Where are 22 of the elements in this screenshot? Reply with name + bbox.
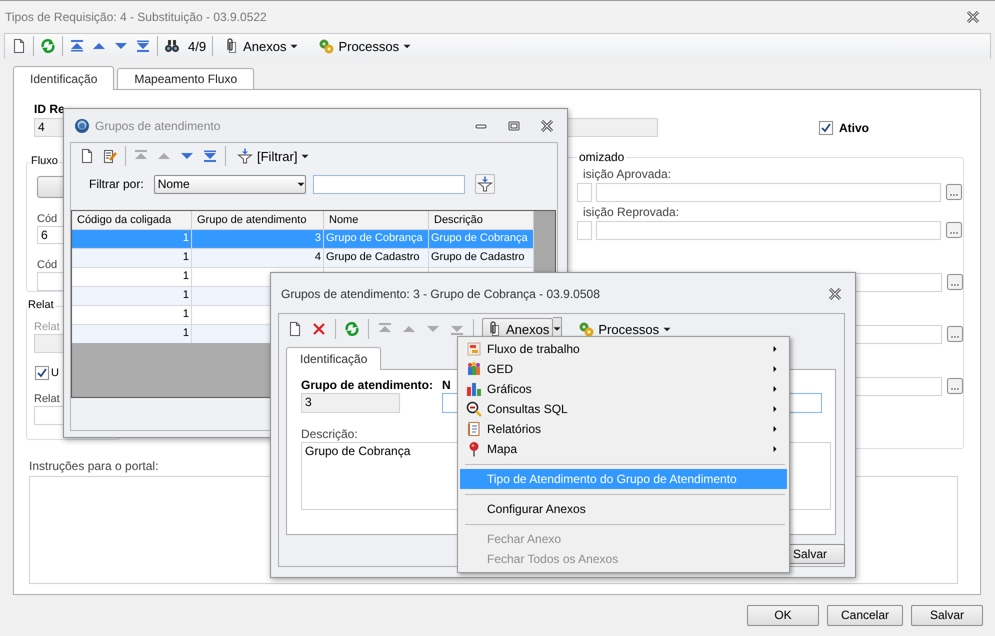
checkbox-label: Ativo	[839, 120, 869, 135]
filter-label: Filtrar por:	[89, 177, 144, 191]
group-title: omizado	[577, 150, 626, 164]
record-counter: 4/9	[188, 38, 206, 54]
window-title: Grupos de atendimento	[95, 118, 222, 132]
window-title: Grupos de atendimento: 3 - Grupo de Cobrança - 03.9.0508	[281, 287, 601, 301]
field-label: Relat	[34, 320, 60, 333]
window-title: Tipos de Requisição: 4 - Substituição - 03.9.0522	[5, 10, 268, 24]
field-label: Descrição:	[301, 427, 358, 441]
group-title: Relat	[27, 298, 55, 311]
table-cell: 1	[72, 325, 192, 343]
field-label: isição Reprovada:	[583, 204, 680, 219]
field-label: Cód	[37, 259, 58, 272]
field-label: isição Aprovada:	[583, 166, 672, 181]
field-label: N	[442, 378, 451, 392]
checkbox-label: U	[51, 366, 59, 379]
field-label: Relat	[34, 392, 60, 405]
field-label: ID Re	[34, 102, 66, 116]
field-label: Instruções para o portal:	[29, 458, 160, 473]
field-label: Cód	[37, 213, 58, 226]
field-label: Grupo de atendimento:	[301, 378, 434, 392]
group-title: Fluxo	[30, 154, 59, 167]
